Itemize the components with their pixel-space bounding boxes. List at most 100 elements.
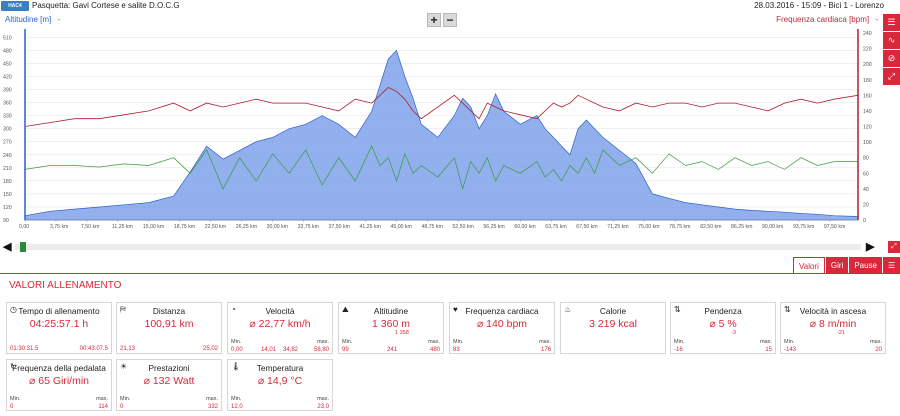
tab-giri[interactable]: Giri bbox=[825, 257, 849, 274]
stat-title: Frequenza cardiaca bbox=[465, 306, 539, 316]
y-right-tick-label: 220 bbox=[863, 47, 872, 53]
stat-min-label: Min. bbox=[231, 339, 242, 345]
no-symbol-icon[interactable]: ⊘ bbox=[883, 50, 900, 67]
stat-card-altitudine: ⛰ Altitudine 1 360 m 1 358 Min. 99 241 m… bbox=[338, 302, 444, 354]
stat-value: ⌀ 22,77 km/h bbox=[249, 318, 311, 330]
x-tick-label: 30,00 km bbox=[267, 224, 288, 230]
stat-max-value: 20 bbox=[875, 347, 882, 353]
stat-card-pedalata: ↻ Frequenza della pedalata ⌀ 65 Giri/min… bbox=[6, 359, 112, 411]
y-left-tick-label: 480 bbox=[3, 48, 12, 54]
stat-min-value: 0 bbox=[10, 404, 14, 410]
right-axis-label: Frequenza cardiaca [bpm] bbox=[776, 15, 870, 24]
activity-title: Pasquetta: Gavi Cortese e salite D.O.C.G bbox=[32, 1, 180, 10]
scroll-track[interactable] bbox=[15, 244, 861, 250]
tab-pause[interactable]: Pause bbox=[849, 257, 882, 274]
x-tick-label: 11,25 km bbox=[112, 224, 133, 230]
stat-title: Velocità bbox=[265, 306, 295, 316]
stat-value: ⌀ 132 Watt bbox=[143, 375, 195, 387]
altitude-area bbox=[24, 49, 859, 221]
activity-meta: 28.03.2016 - 15:09 - Bici 1 - Lorenzo bbox=[754, 1, 884, 10]
y-right-tick-label: 20 bbox=[863, 202, 869, 208]
stat-card-velocita: ◔ Velocità ⌀ 22,77 km/h Min. 0,00 14,01 … bbox=[227, 302, 333, 354]
stat-card-distanza: ⛿ Distanza 100,91 km 21,13 25,02 bbox=[116, 302, 222, 354]
stat-descent-avg: -21 bbox=[837, 330, 845, 336]
stat-min-value: 12,0 bbox=[231, 404, 243, 410]
stat-value: ⌀ 140 bpm bbox=[476, 318, 528, 330]
stat-value: ⌀ 8 m/min bbox=[809, 318, 857, 330]
x-tick-label: 18,75 km bbox=[174, 224, 195, 230]
stat-min-label: Min. bbox=[784, 339, 795, 345]
zoom-in-button[interactable]: + bbox=[427, 13, 441, 27]
stat-min-value: 0,00 bbox=[231, 347, 243, 353]
stat-card-calorie: ♨ Calorie 3 219 kcal bbox=[560, 302, 666, 354]
left-axis-label: Altitudine [m] bbox=[5, 15, 52, 24]
x-tick-label: 0,00 bbox=[19, 224, 29, 230]
stat-max-value: 15 bbox=[765, 347, 772, 353]
left-axis-dropdown[interactable]: - bbox=[57, 15, 60, 24]
stat-descent-avg: -3 bbox=[731, 330, 736, 336]
scroll-right-icon[interactable]: ▶ bbox=[866, 241, 874, 253]
stat-min-label: Min. bbox=[10, 396, 21, 402]
y-right-tick-label: 100 bbox=[863, 140, 872, 146]
stat-max-label: max. bbox=[317, 396, 329, 402]
stat-min-label: Min. bbox=[120, 396, 131, 402]
zoom-out-button[interactable]: − bbox=[443, 13, 457, 27]
chart-scroller: ◀ ▶ ⤢ bbox=[0, 241, 900, 253]
stat-min-value: 99 bbox=[342, 347, 349, 353]
stat-max-label: max. bbox=[760, 339, 772, 345]
y-right-tick-label: 160 bbox=[863, 93, 872, 99]
stat-title: Temperatura bbox=[256, 363, 304, 373]
scroll-thumb[interactable] bbox=[20, 242, 26, 252]
stat-title: Velocità in ascesa bbox=[799, 306, 867, 316]
stat-value: 1 360 m bbox=[372, 318, 410, 330]
y-right-tick-label: 60 bbox=[863, 171, 869, 177]
line-chart-icon[interactable]: ∿ bbox=[883, 32, 900, 49]
y-left-tick-label: 210 bbox=[3, 166, 12, 172]
x-tick-label: 71,25 km bbox=[607, 224, 628, 230]
stat-max-label: max. bbox=[428, 339, 440, 345]
zoom-icon[interactable]: ⤢ bbox=[883, 68, 900, 85]
y-right-tick-label: 0 bbox=[863, 218, 866, 224]
y-left-tick-label: 390 bbox=[3, 88, 12, 94]
expand-icon[interactable]: ⤢ bbox=[888, 241, 900, 253]
x-tick-label: 97,50 km bbox=[824, 224, 845, 230]
x-tick-label: 86,25 km bbox=[731, 224, 752, 230]
y-right-tick-label: 240 bbox=[863, 31, 872, 37]
y-left-tick-label: 150 bbox=[3, 192, 12, 198]
stat-max-label: max. bbox=[206, 396, 218, 402]
stat-max-value: 480 bbox=[429, 347, 440, 353]
stat-climb-value: 21,13 bbox=[120, 346, 136, 352]
right-axis-selector[interactable]: Frequenza cardiaca [bpm] - bbox=[776, 15, 878, 24]
tab-valori[interactable]: Valori bbox=[793, 257, 825, 274]
stat-descent-value: 34,82 bbox=[283, 347, 299, 353]
y-right-tick-label: 120 bbox=[863, 125, 872, 131]
x-tick-label: 41,25 km bbox=[360, 224, 381, 230]
stat-avg-value: 241 bbox=[387, 347, 398, 353]
left-axis-selector[interactable]: Altitudine [m] - bbox=[5, 15, 60, 24]
x-tick-label: 60,00 km bbox=[514, 224, 535, 230]
x-tick-label: 33,75 km bbox=[298, 224, 319, 230]
list-icon[interactable]: ☰ bbox=[883, 14, 900, 31]
stat-card-pendenza: ⇅ Pendenza ⌀ 5 % -3 Min. -16 max. 15 bbox=[670, 302, 776, 354]
x-tick-label: 7,50 km bbox=[81, 224, 99, 230]
y-right-tick-label: 80 bbox=[863, 156, 869, 162]
stat-max-value: 23,0 bbox=[317, 404, 329, 410]
tabs-divider bbox=[0, 273, 900, 274]
y-left-tick-label: 240 bbox=[3, 153, 12, 159]
x-tick-label: 93,75 km bbox=[793, 224, 814, 230]
y-left-tick-label: 450 bbox=[3, 61, 12, 67]
stat-card-ascesa: ⇅ Velocità in ascesa ⌀ 8 m/min -21 Min. … bbox=[780, 302, 886, 354]
stat-max-value: 58,80 bbox=[313, 347, 329, 353]
stat-max-label: max. bbox=[539, 339, 551, 345]
stat-min-label: Min. bbox=[453, 339, 464, 345]
right-axis-dropdown[interactable]: - bbox=[875, 15, 878, 24]
app-logo: HAC4 bbox=[1, 1, 29, 11]
x-tick-label: 67,50 km bbox=[576, 224, 597, 230]
stat-min-value: -16 bbox=[674, 347, 683, 353]
x-tick-label: 22,50 km bbox=[205, 224, 226, 230]
training-chart[interactable]: 510 480 450 420 390 360 330 300 270 240 210 180 150 1… bbox=[0, 27, 880, 239]
stat-descent-value: 25,02 bbox=[202, 346, 218, 352]
x-tick-label: 48,75 km bbox=[421, 224, 442, 230]
list-icon[interactable]: ☰ bbox=[883, 257, 900, 274]
scroll-left-icon[interactable]: ◀ bbox=[3, 241, 11, 253]
